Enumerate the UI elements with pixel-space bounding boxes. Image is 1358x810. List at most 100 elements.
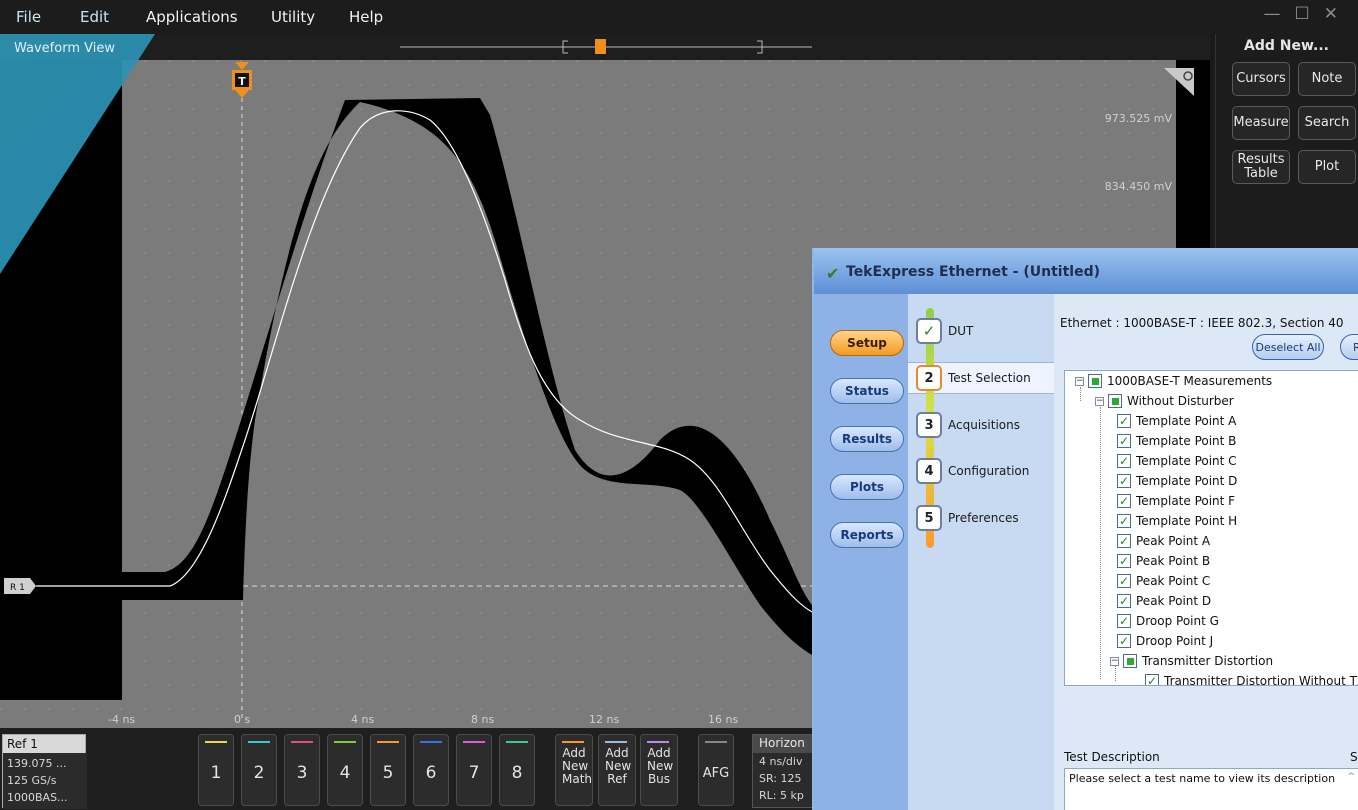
channel-3-button[interactable]: 3 [284, 734, 320, 806]
tree-item[interactable]: ✓ Template Point B [1117, 431, 1236, 451]
checkbox-checked-icon[interactable]: ✓ [1117, 594, 1131, 608]
channel-7-button[interactable]: 7 [456, 734, 492, 806]
afg-button[interactable]: AFG [698, 734, 734, 806]
menu-help[interactable]: Help [349, 8, 383, 26]
group-checkbox[interactable] [1123, 654, 1137, 668]
menu-edit[interactable]: Edit [80, 8, 109, 26]
tree-item-label: Peak Point C [1136, 574, 1211, 588]
collapse-icon[interactable]: − [1075, 376, 1084, 386]
nav-results-button[interactable]: Results [830, 426, 904, 452]
menu-applications[interactable]: Applications [146, 8, 238, 26]
search-button[interactable]: Search [1298, 106, 1356, 140]
maximize-icon[interactable]: ☐ [1295, 4, 1324, 24]
add-button-label: Add New Math [562, 746, 593, 786]
checkbox-checked-icon[interactable]: ✓ [1145, 674, 1159, 685]
channel-4-button[interactable]: 4 [327, 734, 363, 806]
add-color-bar [605, 741, 627, 743]
channel-label: 1 [210, 763, 222, 783]
step-configuration-num[interactable]: 4 [916, 458, 942, 484]
checkbox-checked-icon[interactable]: ✓ [1117, 514, 1131, 528]
tree-item-label: Template Point H [1136, 514, 1238, 528]
add-new-title: Add New... [1244, 38, 1329, 54]
window-controls[interactable]: —☐✕ [1264, 4, 1353, 24]
tree-group-without-disturber[interactable]: − Without Disturber [1095, 391, 1234, 411]
checkbox-checked-icon[interactable]: ✓ [1117, 614, 1131, 628]
nav-status-button[interactable]: Status [830, 378, 904, 404]
step-dut-label[interactable]: DUT [948, 324, 973, 338]
tree-item[interactable]: ✓ Template Point A [1117, 411, 1236, 431]
channel-2-button[interactable]: 2 [241, 734, 277, 806]
tree-item[interactable]: ✓ Peak Point D [1117, 591, 1211, 611]
add-button-label: Add New Bus [647, 746, 674, 786]
tekexpress-title-bar[interactable]: ✔ TekExpress Ethernet - (Untitled) [814, 248, 1358, 294]
step-preferences-label[interactable]: Preferences [948, 511, 1019, 525]
tree-item[interactable]: ✓ Peak Point B [1117, 551, 1210, 571]
channel-8-button[interactable]: 8 [499, 734, 535, 806]
collapse-icon[interactable]: − [1095, 396, 1104, 406]
trigger-label: T [238, 75, 246, 88]
ref1-badge[interactable]: Ref 1 139.075 ... 125 GS/s 1000BAS... [2, 734, 87, 809]
tree-item[interactable]: ✓ Droop Point G [1117, 611, 1219, 631]
tree-group-transmitter-distortion[interactable]: − Transmitter Distortion [1110, 651, 1273, 671]
checkbox-checked-icon[interactable]: ✓ [1117, 554, 1131, 568]
checkbox-checked-icon[interactable]: ✓ [1117, 454, 1131, 468]
tree-item[interactable]: ✓ Peak Point A [1117, 531, 1210, 551]
add-new-ref-button[interactable]: Add New Ref [598, 734, 636, 806]
nav-reports-button[interactable]: Reports [830, 522, 904, 548]
r-button[interactable]: R [1340, 334, 1358, 360]
menu-utility[interactable]: Utility [271, 8, 315, 26]
volt-label-top: 973.525 mV [1104, 112, 1172, 125]
tree-item-tx-distortion[interactable]: ✓ Transmitter Distortion Without TX_T [1145, 671, 1358, 685]
deselect-all-button[interactable]: Deselect All [1252, 334, 1324, 360]
checkbox-checked-icon[interactable]: ✓ [1117, 474, 1131, 488]
tree-item[interactable]: ✓ Droop Point J [1117, 631, 1213, 651]
record-view-indicator[interactable] [0, 34, 1210, 60]
step-acquisitions-label[interactable]: Acquisitions [948, 418, 1020, 432]
step-test-selection-num[interactable]: 2 [916, 365, 942, 391]
plot-button[interactable]: Plot [1298, 150, 1356, 184]
channel-5-button[interactable]: 5 [370, 734, 406, 806]
tree-item[interactable]: ✓ Template Point F [1117, 491, 1235, 511]
add-new-math-button[interactable]: Add New Math [555, 734, 593, 806]
checkbox-checked-icon[interactable]: ✓ [1117, 534, 1131, 548]
menu-file[interactable]: File [16, 8, 41, 26]
scroll-up-icon[interactable]: ^ [1347, 771, 1355, 784]
minimize-icon[interactable]: — [1264, 4, 1295, 24]
channel-6-button[interactable]: 6 [413, 734, 449, 806]
waveform-header [0, 34, 1210, 60]
tree-item[interactable]: ✓ Template Point H [1117, 511, 1237, 531]
note-button[interactable]: Note [1298, 62, 1356, 96]
nav-plots-button[interactable]: Plots [830, 474, 904, 500]
nav-setup-button[interactable]: Setup [830, 330, 904, 356]
step-test-selection-label[interactable]: Test Selection [948, 371, 1031, 385]
tekexpress-check-icon: ✔ [826, 264, 840, 283]
channel-color-bar [248, 741, 270, 743]
channel-label: 3 [296, 763, 308, 783]
measure-button[interactable]: Measure [1232, 106, 1290, 140]
checkbox-checked-icon[interactable]: ✓ [1117, 634, 1131, 648]
test-description-box[interactable]: Please select a test name to view its de… [1064, 768, 1358, 810]
menu-bar: File Edit Applications Utility Help —☐✕ [0, 0, 1358, 34]
checkbox-checked-icon[interactable]: ✓ [1117, 574, 1131, 588]
tree-item[interactable]: ✓ Template Point C [1117, 451, 1237, 471]
step-preferences-num[interactable]: 5 [916, 505, 942, 531]
results-table-button[interactable]: Results Table [1232, 150, 1290, 184]
channel-1-button[interactable]: 1 [198, 734, 234, 806]
cursors-button[interactable]: Cursors [1232, 62, 1290, 96]
test-tree[interactable]: − 1000BASE-T Measurements − Without Dist… [1064, 370, 1358, 686]
add-new-bus-button[interactable]: Add New Bus [640, 734, 678, 806]
group-checkbox[interactable] [1108, 394, 1122, 408]
tree-root[interactable]: − 1000BASE-T Measurements [1075, 371, 1272, 391]
tree-item[interactable]: ✓ Peak Point C [1117, 571, 1210, 591]
step-dut-check-icon[interactable]: ✓ [916, 318, 942, 344]
checkbox-checked-icon[interactable]: ✓ [1117, 494, 1131, 508]
step-acquisitions-num[interactable]: 3 [916, 412, 942, 438]
tree-item-label: Template Point F [1136, 494, 1236, 508]
close-icon[interactable]: ✕ [1324, 4, 1352, 24]
collapse-icon[interactable]: − [1110, 656, 1119, 666]
tree-item[interactable]: ✓ Template Point D [1117, 471, 1237, 491]
checkbox-checked-icon[interactable]: ✓ [1117, 414, 1131, 428]
checkbox-checked-icon[interactable]: ✓ [1117, 434, 1131, 448]
step-configuration-label[interactable]: Configuration [948, 464, 1029, 478]
root-checkbox[interactable] [1088, 374, 1102, 388]
